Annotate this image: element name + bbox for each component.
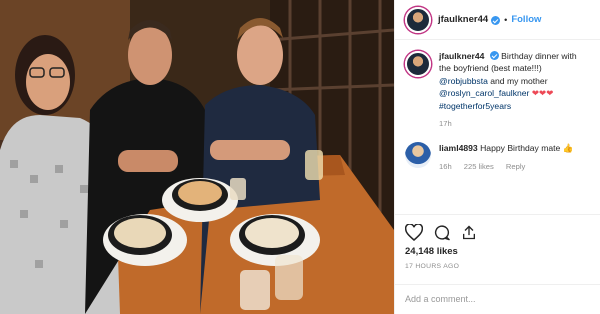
post-header: jfaulkner44 • Follow <box>395 0 600 40</box>
post-photo[interactable] <box>0 0 394 314</box>
dinner-photo-illustration <box>0 0 394 314</box>
caption-meta: 17h <box>439 118 590 130</box>
reply-body: liaml4893 Happy Birthday mate 👍 16h 225 … <box>439 142 573 173</box>
share-icon[interactable] <box>461 224 477 241</box>
likes-count[interactable]: 24,148 likes <box>405 246 591 257</box>
verified-badge-icon <box>491 16 501 25</box>
reply-author-avatar[interactable] <box>405 142 431 169</box>
reply-username[interactable]: liaml4893 <box>439 143 478 153</box>
hashtag-link[interactable]: #togetherfor5years <box>439 101 511 111</box>
comment-icon[interactable] <box>433 224 451 241</box>
hearts-emoji: ❤❤❤ <box>531 88 554 99</box>
follow-button[interactable]: Follow <box>511 14 541 25</box>
reply-comment: liaml4893 Happy Birthday mate 👍 16h 225 … <box>405 142 590 173</box>
caption-comment: jfaulkner44 Birthday dinner with the boy… <box>405 50 590 130</box>
author-avatar[interactable] <box>405 6 431 33</box>
post-actions: 24,148 likes 17 HOURS AGO <box>395 214 600 270</box>
caption-text-2: and my mother <box>490 75 548 86</box>
caption-time[interactable]: 17h <box>439 119 452 128</box>
comments-list: jfaulkner44 Birthday dinner with the boy… <box>395 40 600 232</box>
separator-dot: • <box>504 14 508 25</box>
caption-author-avatar[interactable] <box>405 51 431 77</box>
post-side-panel: jfaulkner44 • Follow jfaulkner44 Birthda… <box>394 0 600 314</box>
post-timestamp[interactable]: 17 HOURS AGO <box>405 263 591 270</box>
reply-button[interactable]: Reply <box>506 162 525 171</box>
add-comment-input[interactable]: Add a comment... <box>395 284 600 314</box>
action-icons <box>405 221 591 243</box>
caption-username[interactable]: jfaulkner44 <box>439 51 484 61</box>
reply-time[interactable]: 16h <box>439 162 452 171</box>
caption-verified-icon <box>489 51 499 60</box>
reply-text: Happy Birthday mate 👍 <box>480 143 574 154</box>
reply-meta: 16h 225 likes Reply <box>439 161 573 173</box>
author-username[interactable]: jfaulkner44 <box>438 14 488 25</box>
heart-icon[interactable] <box>405 223 423 241</box>
mention-roslyn[interactable]: @roslyn_carol_faulkner <box>439 88 529 98</box>
mention-robjubbsta[interactable]: @robjubbsta <box>439 76 488 86</box>
caption-body: jfaulkner44 Birthday dinner with the boy… <box>439 50 590 130</box>
reply-likes[interactable]: 225 likes <box>464 162 494 171</box>
